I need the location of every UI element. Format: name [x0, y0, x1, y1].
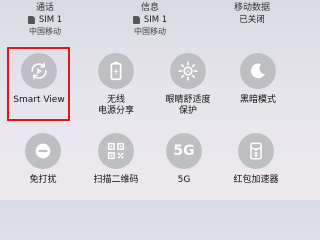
five-g-toggle[interactable]: 5G 5G [153, 133, 215, 186]
scan-qr-label: 扫描二维码 [93, 175, 139, 185]
calls-label: 通话 [35, 3, 54, 13]
mobile-data-status[interactable]: 移动数据 已关闭 [212, 0, 292, 26]
messages-carrier: 中国移动 [134, 27, 166, 36]
do-not-disturb-label: 免打扰 [29, 175, 57, 185]
five-g-label: 5G [177, 175, 191, 185]
mobile-data-label: 移动数据 [233, 3, 270, 13]
wireless-powershare-label-2: 电源分享 [97, 106, 134, 116]
scan-qr-toggle[interactable]: 扫描二维码 [85, 133, 147, 186]
moon-icon [251, 63, 265, 79]
wireless-powershare-toggle[interactable]: 无线 电源分享 [85, 53, 147, 117]
sim-card-icon [27, 16, 35, 24]
mobile-data-state: 已关闭 [239, 15, 265, 25]
eye-comfort-toggle[interactable]: A 眼睛舒适度 保护 [157, 53, 219, 117]
red-packet-icon [250, 142, 262, 160]
messages-label: 信息 [140, 3, 159, 13]
calls-sim: SIM 1 [38, 15, 63, 25]
dnd-icon [35, 143, 51, 159]
dark-mode-toggle[interactable]: 黑暗模式 [227, 53, 289, 106]
eye-comfort-label-1: 眼睛舒适度 [165, 95, 211, 105]
highlight-box [7, 47, 70, 121]
sim-card-icon [132, 16, 140, 24]
wireless-powershare-label-1: 无线 [106, 95, 125, 105]
do-not-disturb-toggle[interactable]: 免打扰 [12, 133, 74, 186]
battery-share-icon [110, 61, 122, 81]
red-packet-toggle[interactable]: 红包加速器 [225, 133, 287, 186]
dark-mode-label: 黑暗模式 [239, 95, 276, 105]
messages-status[interactable]: 信息 SIM 1 中国移动 [110, 0, 190, 38]
quick-panel: 通话 SIM 1 中国移动 信息 SIM 1 中国移动 移动数据 已关闭 Sma… [0, 0, 300, 200]
calls-carrier: 中国移动 [29, 27, 61, 36]
calls-status[interactable]: 通话 SIM 1 中国移动 [5, 0, 85, 38]
messages-sim: SIM 1 [143, 15, 168, 25]
qr-code-icon [107, 142, 125, 160]
five-g-icon: 5G [173, 143, 195, 159]
eye-comfort-icon: A [178, 61, 198, 81]
eye-comfort-label-2: 保护 [178, 106, 197, 116]
red-packet-label: 红包加速器 [233, 175, 279, 185]
